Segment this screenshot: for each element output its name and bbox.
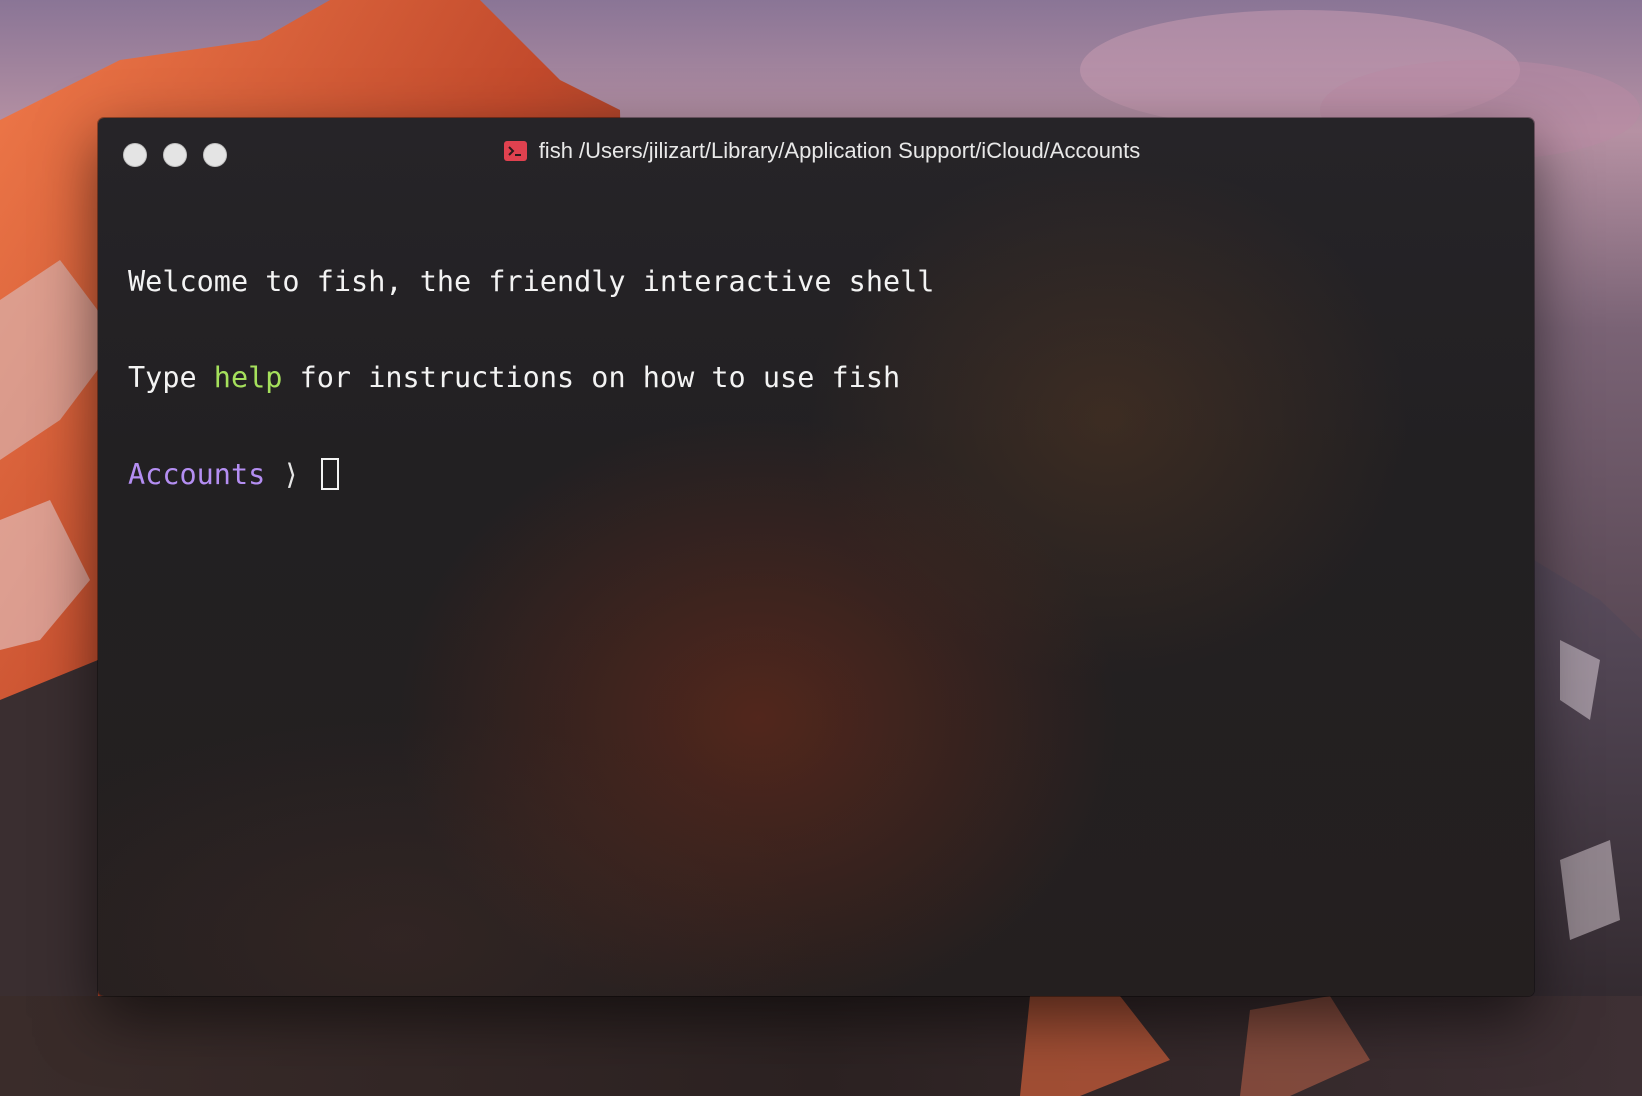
window-title-text: fish /Users/jilizart/Library/Application… xyxy=(538,138,1141,163)
text-cursor xyxy=(320,458,339,490)
welcome-text: Welcome to fish, the friendly interactiv… xyxy=(128,265,935,298)
help-line: Type help for instructions on how to use… xyxy=(128,362,1514,394)
help-suffix-text: for instructions on how to use fish xyxy=(282,361,901,394)
window-title: fish /Users/jilizart/Library/Application… xyxy=(98,136,1534,169)
terminal-window[interactable]: fish /Users/jilizart/Library/Application… xyxy=(98,118,1534,996)
prompt-symbol: ⟩ xyxy=(265,458,317,491)
titlebar[interactable]: fish /Users/jilizart/Library/Application… xyxy=(98,118,1534,174)
prompt-line[interactable]: Accounts ⟩ xyxy=(128,458,1514,491)
help-prefix-text: Type xyxy=(128,361,214,394)
welcome-line: Welcome to fish, the friendly interactiv… xyxy=(128,266,1514,298)
help-command-text: help xyxy=(213,361,283,394)
prompt-directory: Accounts xyxy=(128,458,266,491)
terminal-output[interactable]: Welcome to fish, the friendly interactiv… xyxy=(128,202,1514,976)
terminal-icon xyxy=(503,141,527,161)
